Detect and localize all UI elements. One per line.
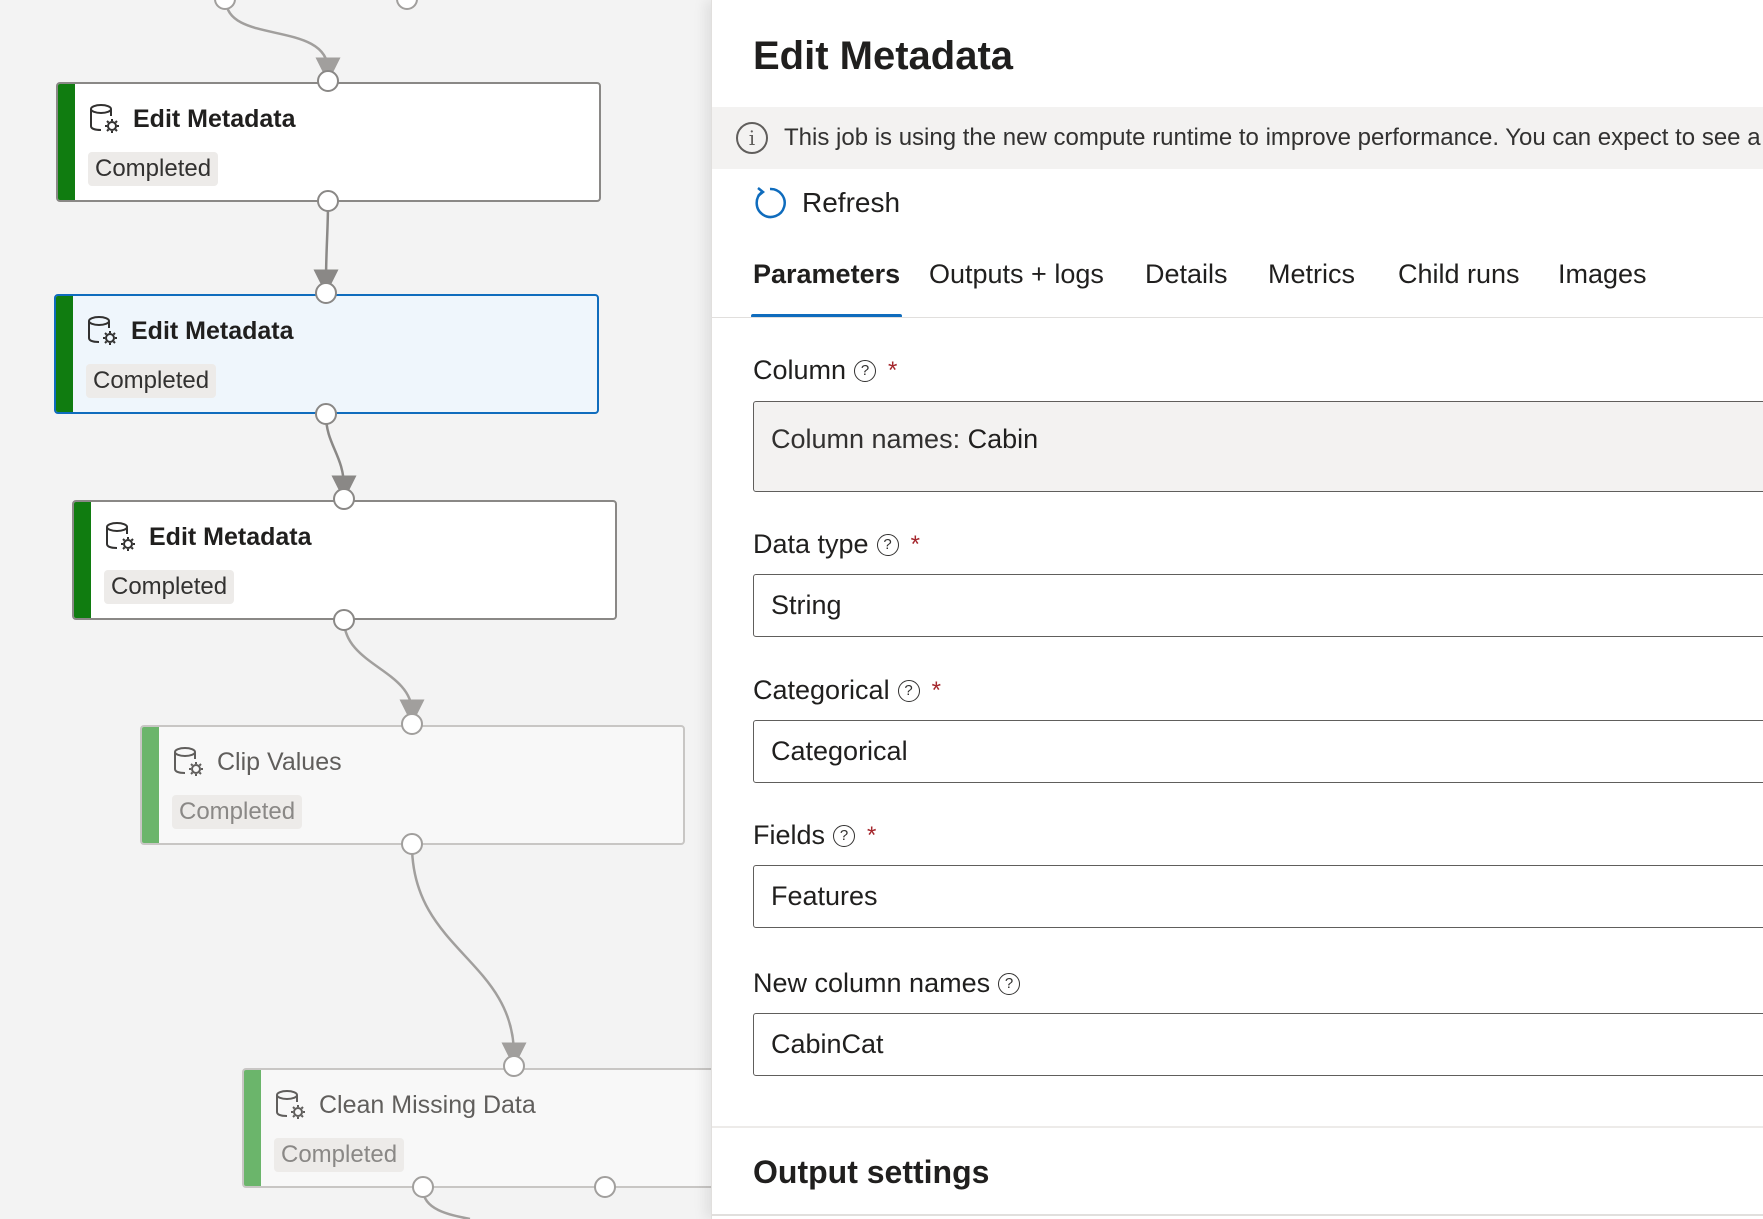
data-type-label: Data type ? * bbox=[753, 529, 920, 560]
info-banner-text: This job is using the new compute runtim… bbox=[784, 124, 1761, 151]
edge bbox=[313, 202, 339, 295]
status-bar bbox=[58, 84, 75, 200]
node-title: Edit Metadata bbox=[133, 105, 296, 133]
dataset-module-icon bbox=[276, 1090, 305, 1119]
status-bar bbox=[244, 1070, 261, 1186]
help-icon[interactable]: ? bbox=[897, 679, 920, 702]
info-icon: i bbox=[736, 122, 768, 154]
column-field-key: Column names: bbox=[771, 424, 961, 454]
output-port[interactable] bbox=[401, 833, 423, 855]
pipeline-node-edit-metadata-2[interactable]: Edit Metadata Completed bbox=[54, 294, 599, 414]
pipeline-node-edit-metadata-3[interactable]: Edit Metadata Completed bbox=[72, 500, 617, 620]
required-marker: * bbox=[888, 356, 898, 384]
dataset-module-icon bbox=[88, 316, 117, 345]
tab-metrics[interactable]: Metrics bbox=[1268, 252, 1355, 318]
node-title: Clip Values bbox=[217, 748, 342, 776]
info-banner: i This job is using the new compute runt… bbox=[712, 107, 1763, 169]
status-badge: Completed bbox=[172, 795, 303, 829]
required-marker: * bbox=[910, 530, 920, 558]
pipeline-node-clip-values[interactable]: Clip Values Completed bbox=[140, 725, 685, 845]
input-port[interactable] bbox=[401, 713, 423, 735]
refresh-label: Refresh bbox=[802, 187, 901, 218]
status-bar bbox=[56, 296, 73, 412]
section-divider bbox=[712, 1214, 1763, 1216]
status-bar bbox=[142, 727, 159, 843]
output-port[interactable] bbox=[317, 190, 339, 212]
output-settings-heading[interactable]: Output settings bbox=[753, 1154, 989, 1191]
refresh-button[interactable]: Refresh bbox=[752, 183, 900, 223]
help-icon[interactable]: ? bbox=[998, 972, 1021, 995]
categorical-label-text: Categorical bbox=[753, 675, 890, 705]
input-port[interactable] bbox=[317, 70, 339, 92]
tab-divider bbox=[712, 317, 1763, 318]
pipeline-canvas[interactable]: Edit Metadata Completed Edit Metadata Co… bbox=[0, 0, 711, 1219]
node-title: Edit Metadata bbox=[149, 523, 312, 551]
output-port[interactable] bbox=[315, 403, 337, 425]
details-panel: Edit Metadata i This job is using the ne… bbox=[711, 0, 1763, 1219]
status-badge: Completed bbox=[104, 570, 235, 604]
required-marker: * bbox=[931, 676, 941, 704]
required-marker: * bbox=[867, 821, 877, 849]
pipeline-node-clean-missing-data[interactable]: Clean Missing Data Completed bbox=[242, 1068, 711, 1188]
output-port[interactable] bbox=[412, 1176, 434, 1198]
new-column-names-field[interactable]: CabinCat bbox=[753, 1013, 1763, 1076]
status-badge: Completed bbox=[88, 152, 219, 186]
new-column-names-label-text: New column names bbox=[753, 968, 991, 998]
edge bbox=[224, 0, 341, 83]
tab-child-runs[interactable]: Child runs bbox=[1398, 252, 1520, 318]
output-port[interactable] bbox=[333, 609, 355, 631]
dataset-module-icon bbox=[174, 747, 203, 776]
edge bbox=[342, 619, 425, 725]
status-badge: Completed bbox=[86, 364, 217, 398]
new-column-names-label: New column names ? bbox=[753, 968, 1021, 999]
edge bbox=[324, 414, 357, 501]
pipeline-node-edit-metadata-1[interactable]: Edit Metadata Completed bbox=[56, 82, 601, 202]
help-icon[interactable]: ? bbox=[876, 533, 899, 556]
tab-parameters[interactable]: Parameters bbox=[750, 252, 903, 318]
tab-bar: Parameters Outputs + logs Details Metric… bbox=[750, 252, 1763, 318]
data-type-field[interactable]: String bbox=[753, 574, 1763, 637]
tab-images[interactable]: Images bbox=[1558, 252, 1647, 318]
help-icon[interactable]: ? bbox=[833, 824, 856, 847]
section-divider bbox=[712, 1126, 1763, 1128]
edge bbox=[410, 844, 527, 1068]
column-field[interactable]: Column names: Cabin bbox=[753, 401, 1763, 492]
output-port[interactable] bbox=[594, 1176, 616, 1198]
panel-title: Edit Metadata bbox=[753, 34, 1014, 78]
column-label: Column ? * bbox=[753, 355, 897, 386]
data-type-label-text: Data type bbox=[753, 529, 869, 559]
tab-details[interactable]: Details bbox=[1145, 252, 1228, 318]
status-bar bbox=[74, 502, 91, 618]
categorical-field[interactable]: Categorical bbox=[753, 720, 1763, 783]
status-badge: Completed bbox=[274, 1138, 405, 1172]
dataset-module-icon bbox=[90, 104, 119, 133]
fields-label: Fields ? * bbox=[753, 820, 876, 851]
input-port[interactable] bbox=[503, 1055, 525, 1077]
input-port[interactable] bbox=[333, 488, 355, 510]
fields-field[interactable]: Features bbox=[753, 865, 1763, 928]
help-icon[interactable]: ? bbox=[854, 359, 877, 382]
fields-label-text: Fields bbox=[753, 820, 826, 850]
categorical-label: Categorical ? * bbox=[753, 675, 941, 706]
node-title: Edit Metadata bbox=[131, 317, 294, 345]
tab-outputs-logs[interactable]: Outputs + logs bbox=[929, 252, 1104, 318]
input-port[interactable] bbox=[315, 282, 337, 304]
dataset-module-icon bbox=[106, 522, 135, 551]
column-field-value: Cabin bbox=[967, 424, 1039, 454]
node-title: Clean Missing Data bbox=[319, 1091, 536, 1119]
column-label-text: Column bbox=[753, 355, 847, 385]
refresh-icon bbox=[755, 187, 786, 219]
